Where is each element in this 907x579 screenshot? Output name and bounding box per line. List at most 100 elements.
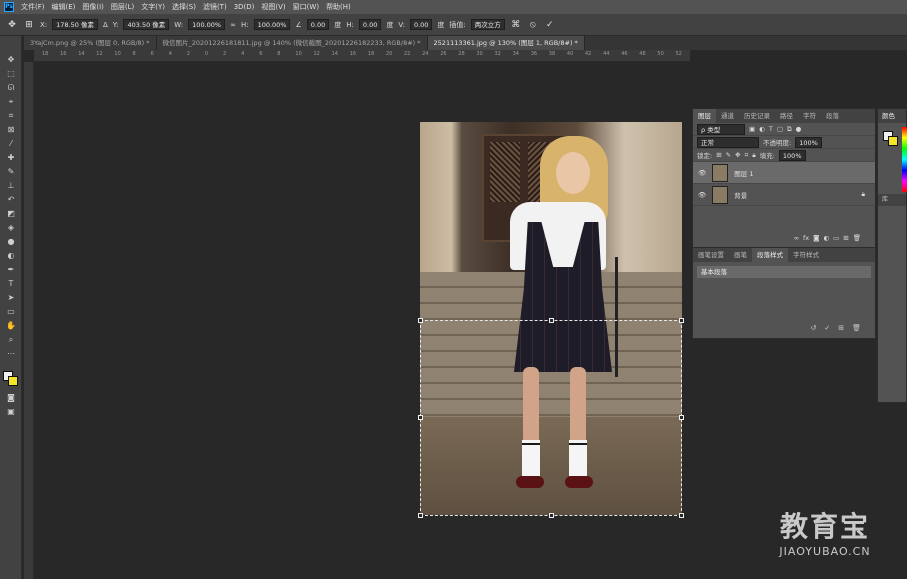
link-layers-icon[interactable]: ∞ (794, 234, 799, 242)
visibility-eye-icon[interactable]: 👁︎ (698, 169, 706, 177)
link-icon[interactable]: ∞ (230, 21, 236, 29)
lock-pixels-icon[interactable]: ⊞ (716, 151, 721, 159)
angle-field[interactable]: 0.00 (306, 19, 330, 30)
hskew-field[interactable]: 0.00 (358, 19, 382, 30)
lasso-tool-icon[interactable]: ᘏ (4, 82, 18, 94)
new-layer-icon[interactable]: ⊞ (843, 234, 848, 242)
transform-handle-left[interactable] (418, 415, 423, 420)
transform-handle-top-left[interactable] (418, 318, 423, 323)
clear-override-icon[interactable]: ↺ (810, 324, 816, 332)
eraser-icon[interactable]: ◩ (4, 208, 18, 220)
path-select-icon[interactable]: ➤ (4, 292, 18, 304)
delete-style-icon[interactable]: 🗑︎ (852, 324, 861, 332)
color-bg-swatch[interactable] (888, 136, 898, 146)
transform-handle-right[interactable] (679, 415, 684, 420)
visibility-eye-icon[interactable]: 👁︎ (698, 191, 706, 199)
cancel-icon[interactable]: ⦸ (527, 19, 539, 31)
zoom-tool-icon[interactable]: ⌕ (4, 334, 18, 346)
filter-type-icon[interactable]: T (769, 125, 773, 133)
tab-paragraph[interactable]: 段落 (821, 109, 844, 123)
blur-tool-icon[interactable]: ● (4, 236, 18, 248)
transform-handle-bottom-right[interactable] (679, 513, 684, 518)
background-color-swatch[interactable] (8, 376, 18, 386)
transform-handle-bottom[interactable] (549, 513, 554, 518)
crop-tool-icon[interactable]: ⌗ (4, 110, 18, 122)
tab-color[interactable]: 颜色 (878, 109, 906, 123)
reference-point-icon[interactable]: ⊞ (23, 19, 35, 31)
menu-3d[interactable]: 3D(D) (234, 3, 255, 11)
new-style-icon[interactable]: ⊞ (838, 324, 844, 332)
lock-artboard-icon[interactable]: ⌗ (745, 151, 749, 160)
menu-type[interactable]: 文字(Y) (141, 2, 165, 12)
move-tool-options-icon[interactable]: ✥ (6, 19, 18, 31)
menu-filter[interactable]: 滤镜(T) (203, 2, 227, 12)
width-field[interactable]: 100.00% (188, 19, 226, 30)
frame-tool-icon[interactable]: ⊠ (4, 124, 18, 136)
ruler-left[interactable] (24, 62, 34, 579)
transform-handle-top[interactable] (549, 318, 554, 323)
menu-view[interactable]: 视图(V) (261, 2, 285, 12)
layer-filter-select[interactable]: ρ 类型 (697, 123, 745, 135)
quick-select-icon[interactable]: ⌖ (4, 96, 18, 108)
clone-stamp-icon[interactable]: ⊥ (4, 180, 18, 192)
transform-handle-bottom-left[interactable] (418, 513, 423, 518)
new-group-icon[interactable]: ▭ (833, 234, 839, 242)
menu-layer[interactable]: 图层(L) (111, 2, 134, 12)
check-icon[interactable]: ✓ (544, 19, 556, 31)
tab-paragraph-styles[interactable]: 段落样式 (752, 248, 788, 262)
menu-image[interactable]: 图像(I) (82, 2, 104, 12)
hand-tool-icon[interactable]: ✋ (4, 320, 18, 332)
delete-layer-icon[interactable]: 🗑︎ (853, 234, 861, 242)
commit-icon[interactable]: ✓ (824, 324, 830, 332)
type-tool-icon[interactable]: T (4, 278, 18, 290)
menu-select[interactable]: 选择(S) (172, 2, 196, 12)
lock-paint-icon[interactable]: ✎ (726, 151, 731, 159)
tab-character-styles[interactable]: 字符样式 (788, 248, 824, 262)
menu-edit[interactable]: 编辑(E) (52, 2, 76, 12)
fill-field[interactable]: 100% (778, 149, 806, 161)
dodge-tool-icon[interactable]: ◐ (4, 250, 18, 262)
layer-row-background[interactable]: 👁︎ 背景 🔒︎ (693, 184, 875, 206)
ruler-top[interactable]: 18 16 14 12 10 8 6 4 2 0 2 4 6 8 10 12 14 16 18 20 22 24 26 28 3… (34, 50, 690, 62)
tab-brush-settings[interactable]: 画笔设置 (693, 248, 729, 262)
lock-position-icon[interactable]: ✥ (735, 151, 740, 159)
transform-handle-top-right[interactable] (679, 318, 684, 323)
tab-document-3[interactable]: 2521113361.jpg @ 130% (图层 1, RGB/8#) * (427, 36, 585, 50)
tab-layers[interactable]: 图层 (693, 109, 716, 123)
photoshop-logo-icon[interactable]: Ps (4, 2, 14, 12)
paragraph-style-item[interactable]: 基本段落 (697, 266, 871, 278)
pen-tool-icon[interactable]: ✒ (4, 264, 18, 276)
tab-paths[interactable]: 路径 (775, 109, 798, 123)
warp-icon[interactable]: ⌘ (510, 19, 522, 31)
interpolation-select[interactable]: 两次立方 (470, 19, 505, 30)
opacity-field[interactable]: 100% (795, 136, 822, 148)
tab-brush[interactable]: 画笔 (729, 248, 752, 262)
more-tools-icon[interactable]: ⋯ (4, 348, 18, 360)
layer-name[interactable]: 图层 1 (734, 168, 753, 178)
history-brush-icon[interactable]: ↶ (4, 194, 18, 206)
blend-mode-select[interactable]: 正常 (697, 136, 759, 148)
layer-style-icon[interactable]: fx (803, 234, 809, 242)
tab-document-2[interactable]: 微信图片_20201226181811.jpg @ 140% (微信截图_202… (156, 36, 428, 50)
marquee-tool-icon[interactable]: ⬚ (4, 68, 18, 80)
eyedropper-icon[interactable]: ⁄ (4, 138, 18, 150)
menu-window[interactable]: 窗口(W) (293, 2, 319, 12)
layer-name[interactable]: 背景 (734, 190, 747, 200)
filter-pixel-icon[interactable]: ▣ (749, 125, 755, 133)
adjustment-layer-icon[interactable]: ◐ (823, 234, 829, 242)
healing-brush-icon[interactable]: ✚ (4, 152, 18, 164)
quick-mask-icon[interactable]: ◙ (4, 392, 18, 404)
filter-smart-object-icon[interactable]: ⧉ (787, 125, 792, 134)
layer-row-1[interactable]: 👁︎ 图层 1 (693, 162, 875, 184)
filter-shape-icon[interactable]: ▢ (777, 125, 783, 133)
filter-toggle-icon[interactable]: ● (796, 125, 802, 133)
move-tool-icon[interactable]: ✥ (4, 54, 18, 66)
transform-bounding-box[interactable] (418, 318, 684, 518)
color-spectrum[interactable] (902, 127, 907, 192)
x-field[interactable]: 178.50 像素 (52, 19, 98, 30)
vskew-field[interactable]: 0.00 (409, 19, 433, 30)
tab-character[interactable]: 字符 (798, 109, 821, 123)
paint-bucket-icon[interactable]: ◈ (4, 222, 18, 234)
tab-history[interactable]: 历史记录 (739, 109, 775, 123)
screen-mode-icon[interactable]: ▣ (4, 406, 18, 418)
